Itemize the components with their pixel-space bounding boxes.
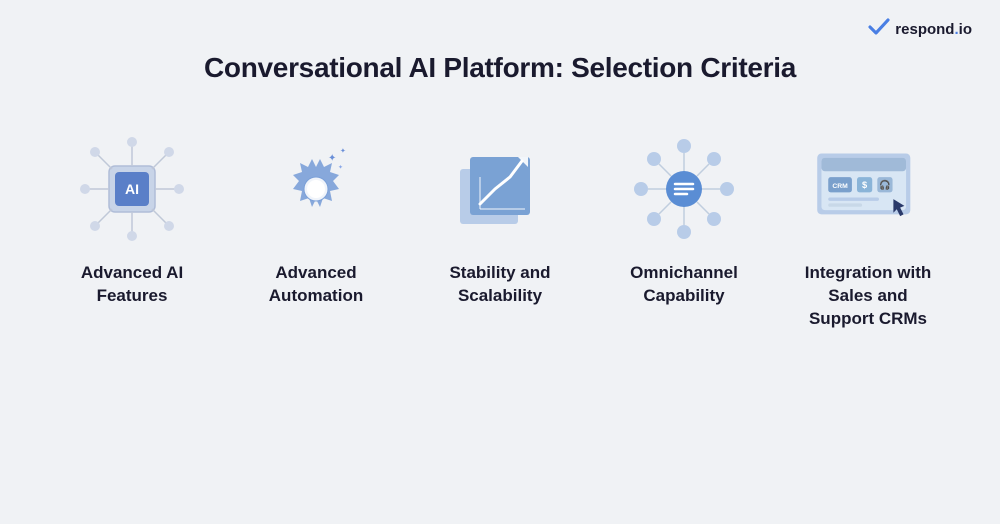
advanced-ai-icon: AI bbox=[77, 134, 187, 244]
omnichannel-icon bbox=[629, 134, 739, 244]
svg-text:✦: ✦ bbox=[340, 147, 346, 155]
svg-text:✦: ✦ bbox=[338, 164, 343, 171]
card-integration-crm: CRM $ 🎧 Integration withSales andSupport… bbox=[776, 134, 960, 331]
card-label-advanced-automation: AdvancedAutomation bbox=[269, 262, 363, 308]
card-label-stability-scalability: Stability andScalability bbox=[449, 262, 550, 308]
logo-area: respond.io bbox=[868, 18, 972, 41]
logo-check-icon bbox=[868, 18, 890, 41]
page-title: Conversational AI Platform: Selection Cr… bbox=[204, 52, 796, 84]
page-wrapper: respond.io Conversational AI Platform: S… bbox=[0, 0, 1000, 524]
cards-row: AI bbox=[40, 134, 960, 331]
svg-text:🎧: 🎧 bbox=[879, 179, 891, 191]
svg-text:CRM: CRM bbox=[832, 183, 848, 190]
card-label-advanced-ai: Advanced AIFeatures bbox=[81, 262, 183, 308]
integration-crm-icon: CRM $ 🎧 bbox=[813, 134, 923, 244]
card-label-omnichannel: OmnichannelCapability bbox=[630, 262, 738, 308]
svg-text:$: $ bbox=[862, 180, 868, 190]
stability-scalability-icon bbox=[445, 134, 555, 244]
svg-text:AI: AI bbox=[125, 181, 139, 197]
card-label-integration-crm: Integration withSales andSupport CRMs bbox=[805, 262, 932, 331]
card-stability-scalability: Stability andScalability bbox=[408, 134, 592, 308]
logo-text: respond.io bbox=[895, 21, 972, 38]
card-advanced-ai: AI bbox=[40, 134, 224, 308]
card-omnichannel: OmnichannelCapability bbox=[592, 134, 776, 308]
svg-text:✦: ✦ bbox=[328, 153, 336, 164]
advanced-automation-icon: ✦ ✦ ✦ bbox=[261, 134, 371, 244]
card-advanced-automation: ✦ ✦ ✦ AdvancedAutomation bbox=[224, 134, 408, 308]
